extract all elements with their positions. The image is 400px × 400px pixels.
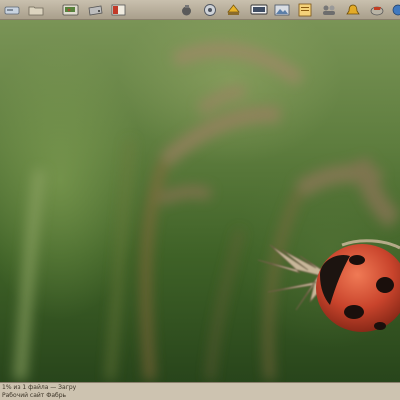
desktop-wallpaper bbox=[0, 20, 400, 382]
audio-icon[interactable] bbox=[179, 2, 193, 18]
disk-icon[interactable] bbox=[3, 2, 20, 18]
users-icon[interactable] bbox=[320, 2, 337, 18]
wallpaper-image bbox=[14, 42, 400, 381]
monitor-icon[interactable] bbox=[249, 2, 268, 18]
folder-icon[interactable] bbox=[27, 2, 44, 18]
download-progress-text: 1% из 1 файла — Загру bbox=[2, 384, 77, 391]
red-book-icon[interactable] bbox=[110, 2, 126, 18]
launcher-panel bbox=[0, 0, 400, 20]
package-icon[interactable] bbox=[225, 2, 241, 18]
bell-icon[interactable] bbox=[344, 2, 361, 18]
drive-icon[interactable] bbox=[86, 2, 104, 18]
flag-icon[interactable] bbox=[368, 2, 385, 18]
terminal-icon[interactable] bbox=[61, 2, 79, 18]
globe-icon[interactable] bbox=[390, 2, 400, 18]
status-bar: 1% из 1 файла — Загру Рабочий сайт Фабрь bbox=[0, 382, 400, 400]
network-icon[interactable] bbox=[201, 2, 218, 18]
notes-icon[interactable] bbox=[296, 2, 313, 18]
window-title-text: Рабочий сайт Фабрь bbox=[2, 392, 67, 399]
image-viewer-icon[interactable] bbox=[273, 2, 290, 18]
